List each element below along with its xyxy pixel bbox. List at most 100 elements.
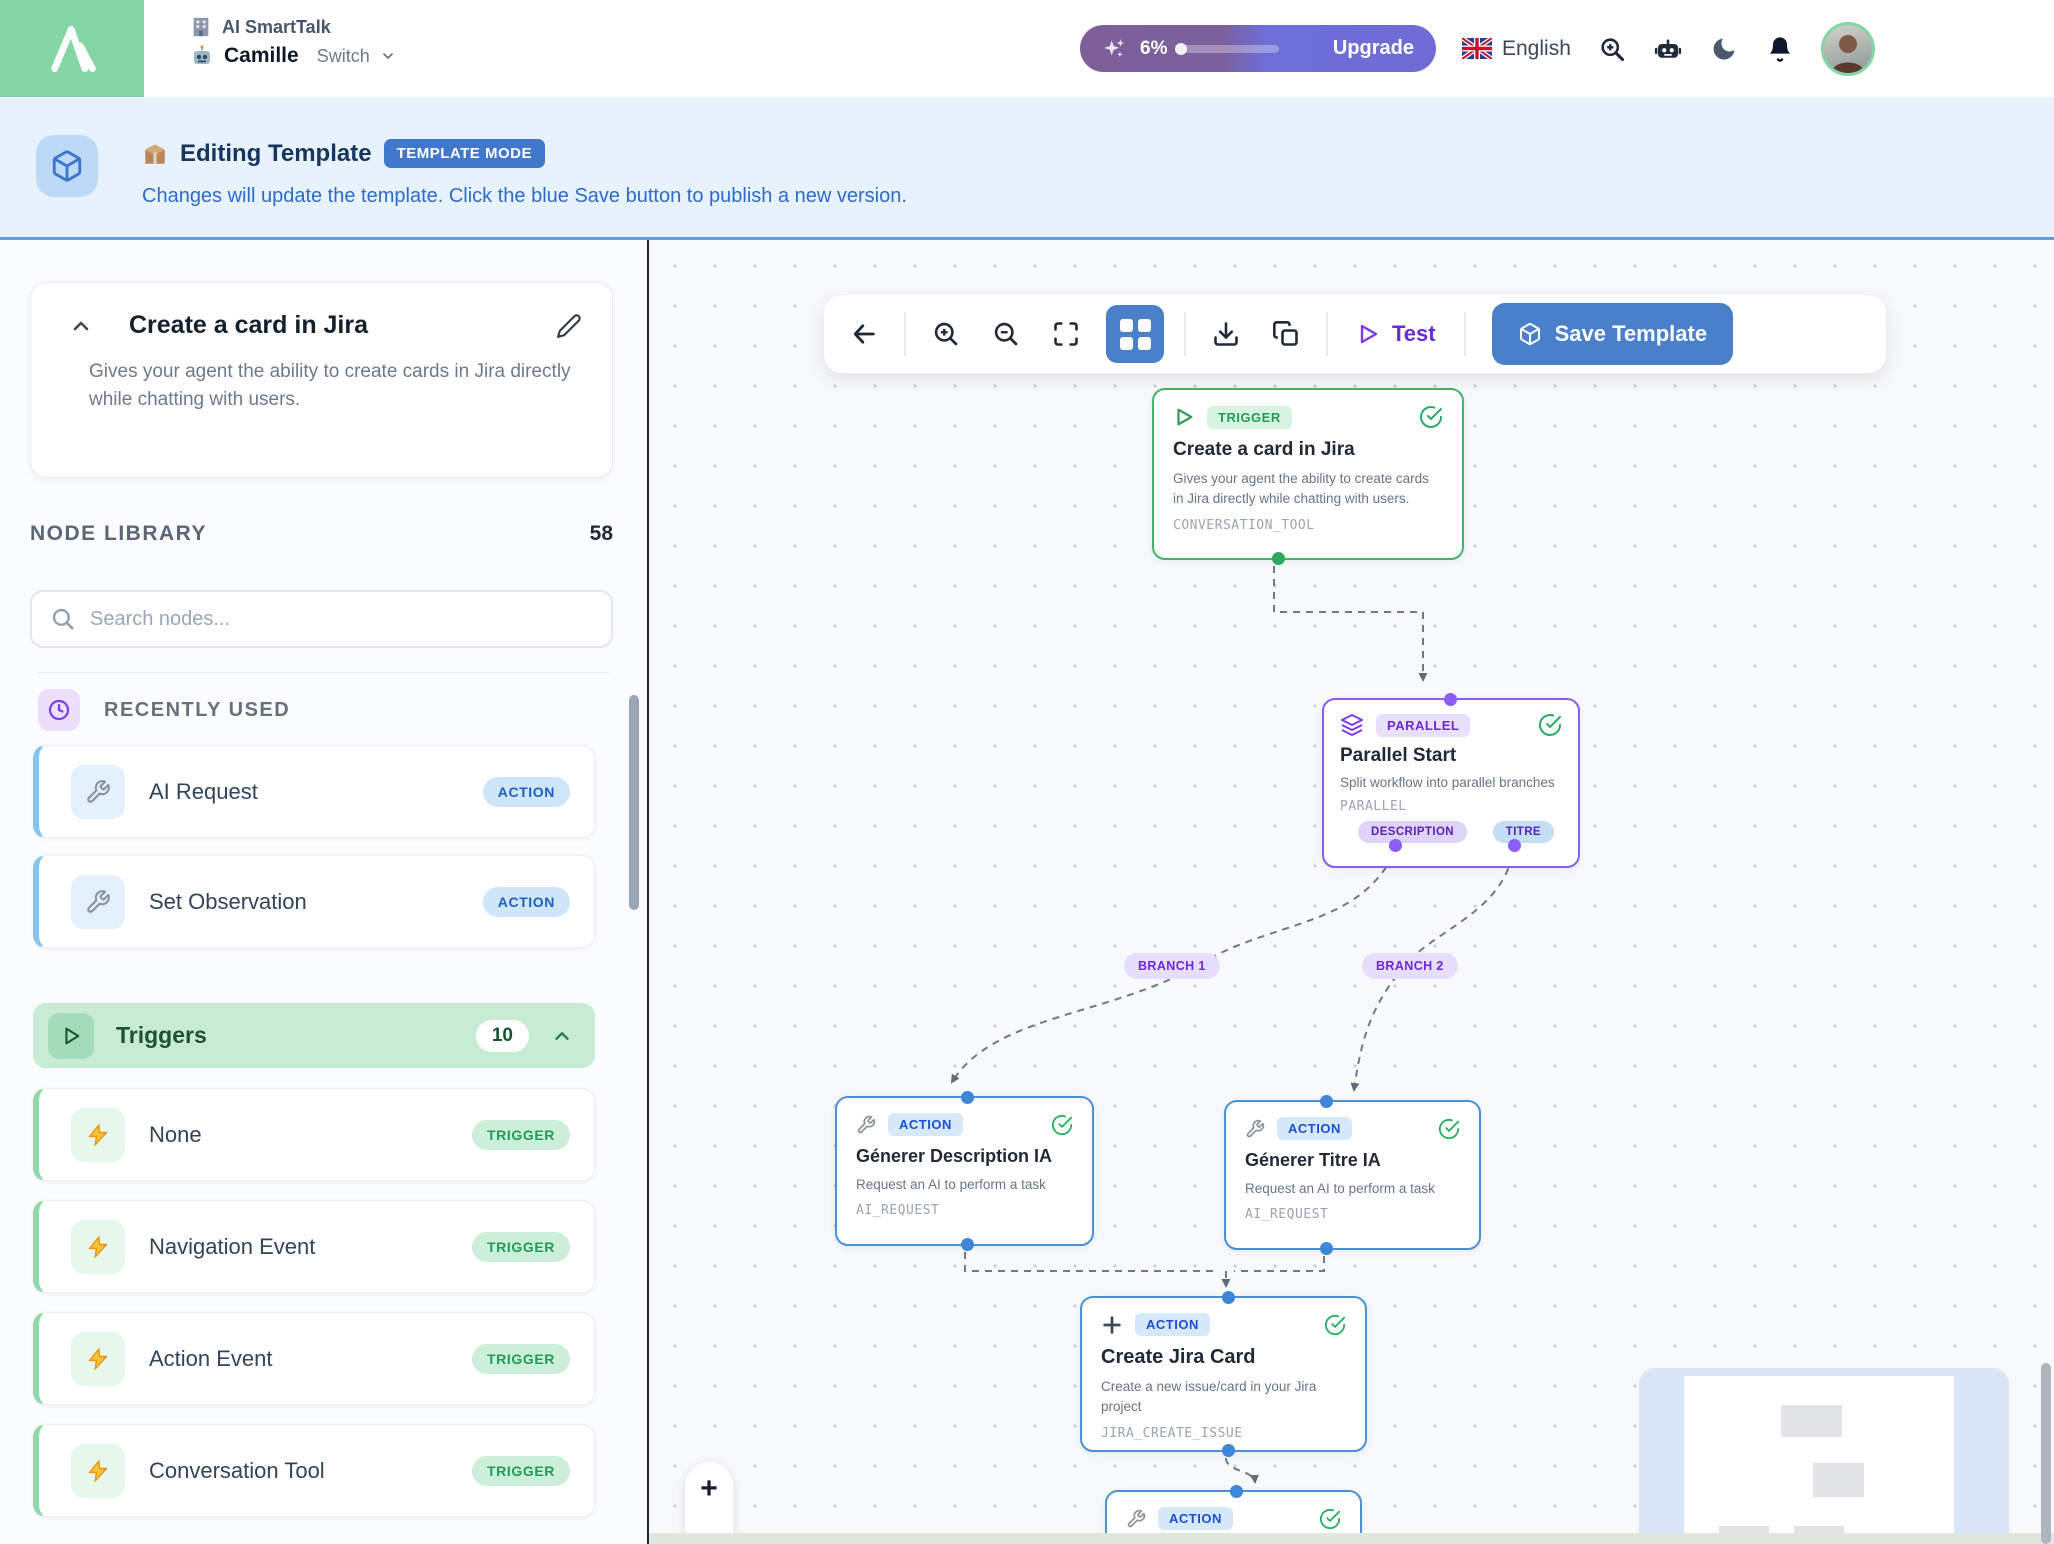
node-type-badge: ACTION (888, 1113, 963, 1136)
output-pill-description[interactable]: DESCRIPTION (1358, 821, 1467, 843)
library-item-set-observation[interactable]: Set Observation ACTION (33, 855, 595, 948)
node-parallel-start[interactable]: PARALLEL Parallel Start Split workflow i… (1322, 698, 1580, 868)
output-handle[interactable] (1222, 1444, 1235, 1457)
node-library-heading: NODE LIBRARY (30, 522, 207, 546)
assistant-bot-button[interactable] (1653, 34, 1683, 64)
node-create-jira-card[interactable]: ACTION Create Jira Card Create a new iss… (1080, 1296, 1367, 1452)
edit-pencil-icon[interactable] (556, 313, 582, 339)
search-plus-icon (1598, 35, 1626, 63)
bell-icon (1766, 35, 1794, 63)
search-icon (50, 606, 76, 632)
zoom-in-control[interactable]: + (700, 1474, 718, 1504)
back-button[interactable] (844, 314, 884, 354)
output-pill-titre[interactable]: TITRE (1493, 821, 1554, 843)
output-handle[interactable] (1320, 1242, 1333, 1255)
language-selector[interactable]: English (1462, 37, 1571, 61)
template-banner-icon-box (36, 135, 98, 197)
minimap-node (1813, 1463, 1864, 1497)
zoom-in-button[interactable] (926, 314, 966, 354)
save-template-button[interactable]: Save Template (1492, 303, 1733, 365)
collapse-chevron-up-icon[interactable] (69, 314, 93, 338)
input-handle[interactable] (961, 1091, 974, 1104)
node-title: Génerer Description IA (856, 1146, 1073, 1167)
robot-emoji-icon (190, 44, 214, 68)
lightning-icon (71, 1220, 125, 1274)
node-description: Gives your agent the ability to create c… (1173, 469, 1443, 510)
brand-logo[interactable] (0, 0, 144, 97)
item-label: Conversation Tool (149, 1458, 325, 1484)
dark-mode-toggle[interactable] (1709, 34, 1739, 64)
test-button[interactable]: Test (1348, 321, 1444, 347)
cube-icon (50, 149, 84, 183)
input-handle[interactable] (1444, 693, 1457, 706)
search-input[interactable] (90, 608, 593, 631)
notifications-button[interactable] (1765, 34, 1795, 64)
node-generer-description-ia[interactable]: ACTION Génerer Description IA Request an… (835, 1096, 1094, 1246)
node-type-badge: TRIGGER (1207, 406, 1292, 429)
sidebar-scrollbar[interactable] (629, 695, 639, 910)
canvas-zoom-controls: + − (685, 1462, 733, 1544)
node-generer-titre-ia[interactable]: ACTION Génerer Titre IA Request an AI to… (1224, 1100, 1481, 1250)
play-icon (1173, 406, 1195, 428)
banner-message: Changes will update the template. Click … (142, 185, 907, 208)
robot-icon (1653, 34, 1683, 64)
upgrade-button[interactable]: 6% Upgrade (1080, 25, 1436, 72)
node-description: Request an AI to perform a task (1245, 1179, 1460, 1199)
agent-row: Camille Switch (190, 44, 396, 68)
copy-icon (1272, 320, 1300, 348)
item-badge: TRIGGER (472, 1120, 570, 1150)
triggers-count-badge: 10 (476, 1020, 529, 1052)
library-item-action-event[interactable]: Action Event TRIGGER (33, 1312, 595, 1405)
check-circle-icon (1538, 713, 1562, 737)
toolbar-divider (904, 312, 906, 356)
triggers-category-header[interactable]: Triggers 10 (33, 1003, 595, 1068)
item-badge: TRIGGER (472, 1456, 570, 1486)
input-handle[interactable] (1230, 1485, 1243, 1498)
toolbar-divider (1184, 312, 1186, 356)
export-download-button[interactable] (1206, 314, 1246, 354)
vertical-scrollbar[interactable] (2041, 1363, 2051, 1544)
node-description: Split workflow into parallel branches (1340, 773, 1562, 793)
item-badge: ACTION (483, 777, 570, 807)
user-avatar[interactable] (1821, 22, 1875, 76)
library-item-conversation-tool[interactable]: Conversation Tool TRIGGER (33, 1424, 595, 1517)
input-handle[interactable] (1222, 1291, 1235, 1304)
duplicate-button[interactable] (1266, 314, 1306, 354)
node-type-badge: ACTION (1277, 1117, 1352, 1140)
fit-view-button[interactable] (1046, 314, 1086, 354)
workflow-canvas[interactable]: Test Save Template TRIGGER (647, 240, 2054, 1544)
arrow-left-icon (850, 320, 878, 348)
node-trigger-create-card[interactable]: TRIGGER Create a card in Jira Gives your… (1152, 388, 1464, 560)
recently-used-title: RECENTLY USED (104, 699, 290, 722)
node-code: CONVERSATION_TOOL (1173, 518, 1443, 533)
wrench-icon (1126, 1509, 1146, 1529)
output-handle-description[interactable] (1389, 839, 1402, 852)
node-code: AI_REQUEST (1245, 1207, 1460, 1222)
library-item-navigation-event[interactable]: Navigation Event TRIGGER (33, 1200, 595, 1293)
zoom-out-icon (992, 320, 1020, 348)
library-item-none[interactable]: None TRIGGER (33, 1088, 595, 1181)
minimap-viewport (1684, 1376, 1954, 1544)
output-handle[interactable] (1272, 552, 1285, 565)
cube-icon (1518, 322, 1542, 346)
triggers-category-title: Triggers (116, 1022, 207, 1049)
auto-layout-button[interactable] (1106, 305, 1164, 363)
search-zoom-button[interactable] (1597, 34, 1627, 64)
app-title: AI SmartTalk (222, 17, 331, 38)
clock-icon-box (38, 689, 80, 731)
node-library-count: 58 (590, 522, 613, 546)
input-handle[interactable] (1320, 1095, 1333, 1108)
organization-row: AI SmartTalk (190, 16, 396, 38)
output-handle-titre[interactable] (1508, 839, 1521, 852)
node-code: JIRA_CREATE_ISSUE (1101, 1426, 1346, 1441)
zoom-out-button[interactable] (986, 314, 1026, 354)
output-handle[interactable] (961, 1238, 974, 1251)
library-item-ai-request[interactable]: AI Request ACTION (33, 745, 595, 838)
minimap[interactable] (1639, 1368, 2009, 1544)
play-icon (60, 1025, 82, 1047)
chevron-down-icon[interactable] (380, 48, 396, 64)
workflow-description: Gives your agent the ability to create c… (31, 340, 612, 413)
switch-agent-link[interactable]: Switch (317, 46, 370, 67)
wrench-icon (856, 1115, 876, 1135)
template-mode-badge: TEMPLATE MODE (384, 139, 545, 168)
